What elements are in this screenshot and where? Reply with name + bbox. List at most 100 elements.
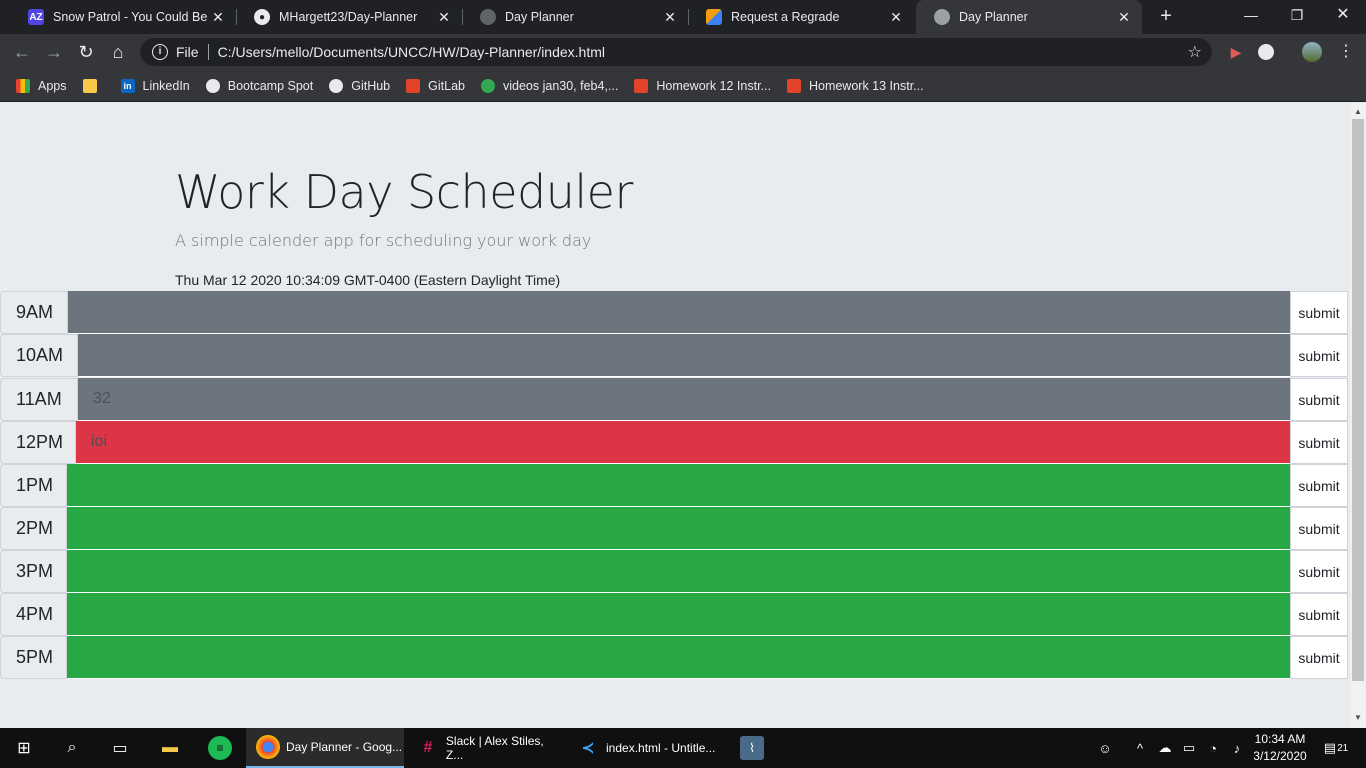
bookmark-label: Apps (38, 78, 67, 93)
page-scrollbar[interactable]: ▲ ▼ (1350, 103, 1366, 728)
description-input[interactable]: ioi (76, 421, 1290, 464)
file-explorer-button[interactable]: ▬ (146, 728, 194, 768)
bookmark-folder[interactable] (82, 78, 105, 93)
bookmark-github[interactable]: GitHub (329, 78, 390, 93)
browser-tab[interactable]: Day Planner ✕ (462, 0, 688, 34)
az-lyrics-icon: AZ (28, 9, 44, 25)
clock-time: 10:34 AM (1254, 732, 1306, 746)
address-url[interactable]: C:/Users/mello/Documents/UNCC/HW/Day-Pla… (218, 44, 605, 60)
tab-title: MHargett23/Day-Planner (279, 10, 418, 24)
browser-tab-active[interactable]: Day Planner ✕ (916, 0, 1142, 34)
tab-title: Snow Patrol - You Could Be Happy (53, 10, 210, 24)
submit-button[interactable]: submit (1290, 334, 1348, 377)
reload-icon[interactable]: ↻ (74, 40, 98, 64)
bookmark-videos[interactable]: videos jan30, feb4,... (480, 78, 618, 93)
page-content: Work Day Scheduler A simple calender app… (0, 103, 1350, 728)
bookmarks-bar: Apps in LinkedIn Bootcamp Spot GitHub Gi… (0, 70, 1366, 102)
close-icon[interactable]: ✕ (1116, 9, 1132, 26)
scroll-down-icon[interactable]: ▼ (1354, 713, 1362, 722)
browser-tab[interactable]: AZ Snow Patrol - You Could Be Happy ✕ (10, 0, 236, 34)
gitlab-icon (406, 78, 421, 93)
spotify-icon: ≡ (208, 736, 232, 760)
wifi-icon[interactable]: ◔ (1202, 728, 1224, 768)
minimize-icon[interactable]: — (1228, 0, 1274, 34)
browser-tab[interactable]: Request a Regrade ✕ (688, 0, 914, 34)
scroll-up-icon[interactable]: ▲ (1354, 107, 1362, 116)
extension-icon[interactable] (1258, 44, 1274, 60)
globe-icon (934, 9, 950, 25)
close-icon[interactable]: ✕ (210, 9, 226, 26)
onedrive-icon[interactable]: ☁ (1154, 728, 1176, 768)
taskbar-app-slack[interactable]: # Slack | Alex Stiles, Z... (406, 728, 564, 768)
bookmark-bootcamp-spot[interactable]: Bootcamp Spot (205, 78, 314, 93)
taskbar-app-vscode[interactable]: ≺ index.html - Untitle... (566, 728, 724, 768)
battery-icon[interactable]: ▭ (1178, 728, 1200, 768)
submit-button[interactable]: submit (1290, 421, 1348, 464)
chevron-up-icon[interactable]: ^ (1130, 728, 1150, 768)
description-input[interactable] (68, 291, 1290, 334)
people-icon[interactable]: ☺ (1094, 728, 1116, 768)
extension-icon[interactable]: ▶ (1226, 42, 1246, 62)
new-tab-icon[interactable]: + (1154, 5, 1178, 29)
bookmark-linkedin[interactable]: in LinkedIn (120, 78, 190, 93)
taskbar-app-mysql[interactable]: ⌇ (728, 728, 776, 768)
profile-avatar[interactable] (1302, 42, 1322, 62)
bookmark-star-icon[interactable]: ☆ (1188, 42, 1202, 62)
home-icon[interactable]: ⌂ (106, 40, 130, 64)
description-input[interactable] (78, 334, 1290, 377)
vscode-icon: ≺ (581, 740, 595, 757)
notification-icon: ▤ (1323, 740, 1337, 755)
bookmark-homework-12[interactable]: Homework 12 Instr... (634, 78, 771, 93)
description-input[interactable]: 32 (78, 378, 1290, 421)
current-day: Thu Mar 12 2020 10:34:09 GMT-0400 (Easte… (175, 272, 561, 288)
search-button[interactable]: ⌕ (48, 728, 96, 768)
close-icon[interactable]: ✕ (662, 9, 678, 26)
hour-label: 2PM (0, 507, 67, 550)
folder-icon (82, 78, 97, 93)
window-close-icon[interactable]: ✕ (1320, 0, 1366, 34)
linkedin-icon: in (120, 78, 135, 93)
submit-button[interactable]: submit (1290, 636, 1348, 679)
scrollbar-thumb[interactable] (1352, 119, 1364, 681)
hour-label: 9AM (0, 291, 68, 334)
submit-button[interactable]: submit (1290, 291, 1348, 334)
hour-label: 5PM (0, 636, 67, 679)
bookmark-label: Bootcamp Spot (227, 78, 314, 93)
address-bar[interactable]: i File C:/Users/mello/Documents/UNCC/HW/… (140, 38, 1212, 66)
tab-title: Day Planner (959, 10, 1028, 24)
close-icon[interactable]: ✕ (436, 9, 452, 26)
submit-button[interactable]: submit (1290, 464, 1348, 507)
start-button[interactable]: ⊞ (0, 728, 48, 768)
taskbar-clock[interactable]: 10:34 AM 3/12/2020 (1252, 731, 1308, 765)
close-icon[interactable]: ✕ (888, 9, 904, 26)
description-input[interactable] (67, 593, 1290, 636)
description-input[interactable] (67, 464, 1290, 507)
restore-icon[interactable]: ❐ (1274, 0, 1320, 34)
bookmark-homework-13[interactable]: Homework 13 Instr... (786, 78, 924, 93)
bookmark-apps[interactable]: Apps (16, 78, 67, 93)
description-input[interactable] (67, 507, 1290, 550)
submit-button[interactable]: submit (1290, 550, 1348, 593)
hour-label: 4PM (0, 593, 67, 636)
forward-icon[interactable]: → (42, 40, 66, 64)
slack-icon: # (423, 739, 433, 756)
description-input[interactable] (67, 636, 1290, 679)
back-icon[interactable]: ← (10, 40, 34, 64)
submit-button[interactable]: submit (1290, 593, 1348, 636)
description-input[interactable] (67, 550, 1290, 593)
browser-tab[interactable]: ● MHargett23/Day-Planner ✕ (236, 0, 462, 34)
time-block: 12PM ioi submit (0, 421, 1350, 464)
task-view-button[interactable]: ▭ (96, 728, 144, 768)
info-icon[interactable]: i (152, 44, 168, 60)
submit-button[interactable]: submit (1290, 507, 1348, 550)
submit-button[interactable]: submit (1290, 378, 1348, 421)
bookmark-gitlab[interactable]: GitLab (406, 78, 465, 93)
taskbar-app-chrome[interactable]: Day Planner - Goog... (246, 728, 404, 768)
notifications-button[interactable]: ▤ 21 (1318, 728, 1354, 768)
volume-icon[interactable]: ♪ (1226, 728, 1248, 768)
hour-label: 11AM (0, 378, 78, 421)
menu-icon[interactable]: ⋮ (1334, 40, 1358, 64)
time-block: 9AM submit (0, 291, 1350, 334)
spotify-button[interactable]: ≡ (196, 728, 244, 768)
github-icon (329, 78, 344, 93)
